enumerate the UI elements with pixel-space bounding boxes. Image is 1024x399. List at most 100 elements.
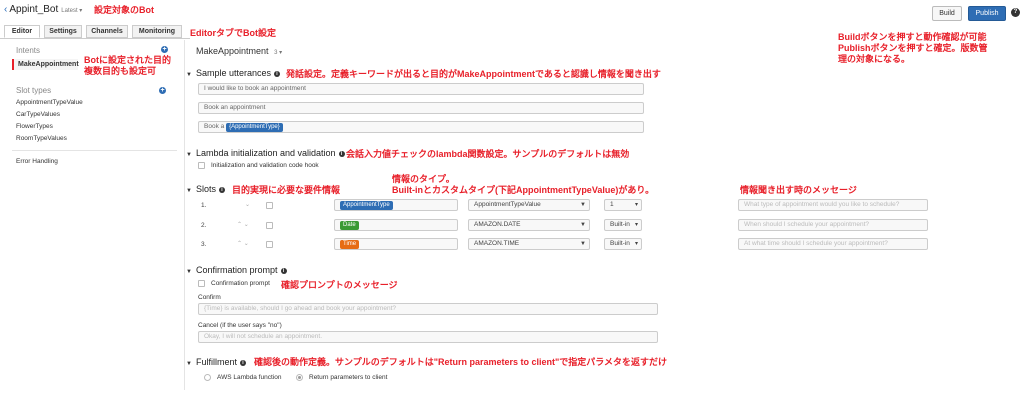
sidebar-item-error-handling[interactable]: Error Handling: [16, 158, 58, 165]
slots-section[interactable]: ▼ Slots i: [186, 184, 225, 194]
add-intent-icon[interactable]: +: [161, 46, 168, 53]
reorder-arrows-icon[interactable]: ⌃ ⌄: [237, 221, 249, 228]
lambda-checkbox[interactable]: [198, 162, 205, 169]
bot-name: Appint_Bot: [9, 4, 59, 15]
cancel-label: Cancel (if the user says "no"): [198, 322, 282, 329]
sidebar-item-appointmenttypevalue[interactable]: AppointmentTypeValue: [16, 99, 83, 106]
confirmation-checkbox[interactable]: [198, 280, 205, 287]
dropdown-caret-icon: ▾: [634, 222, 638, 228]
intent-version-dropdown[interactable]: 3 ▾: [274, 50, 282, 56]
sidebar-item-cartypevalues[interactable]: CarTypeValues: [16, 111, 60, 118]
slot-type-select[interactable]: AMAZON.DATE ▼: [468, 219, 590, 231]
slot-row-number: 1.: [201, 202, 207, 209]
slot-type-value: AMAZON.TIME: [474, 240, 520, 247]
dropdown-caret-icon: ▼: [580, 241, 586, 247]
annotation-intents-2: 複数目的も設定可: [84, 66, 157, 76]
tab-channels[interactable]: Channels: [86, 25, 128, 38]
sidebar-divider: [12, 150, 177, 151]
intent-name: MakeAppointment: [196, 46, 269, 56]
slot-row-number: 3.: [201, 241, 207, 248]
slot-chip: Time: [340, 240, 360, 249]
version-dropdown[interactable]: Latest ▾: [61, 8, 82, 14]
fulfillment-section[interactable]: ▼ Fulfillment i: [186, 357, 246, 367]
annotation-utterances: 発話設定。定義キーワードが出ると目的がMakeAppointmentであると認識…: [286, 69, 661, 79]
slot-chip: AppointmentType: [340, 201, 393, 210]
lambda-checkbox-label: Initialization and validation code hook: [211, 162, 319, 169]
slot-type-value: AMAZON.DATE: [474, 221, 521, 228]
utterance-field[interactable]: Book a {AppointmentType}: [198, 121, 644, 133]
lambda-section[interactable]: ▼ Lambda initialization and validation i: [186, 148, 345, 158]
lambda-title: Lambda initialization and validation: [195, 148, 336, 158]
publish-button[interactable]: Publish: [968, 6, 1006, 21]
slot-version-select[interactable]: Built-in ▾: [604, 238, 642, 250]
annotation-lambda: 会話入力値チェックのlambda関数設定。サンプルのデフォルトは無効: [346, 149, 630, 159]
back-chevron-icon[interactable]: ‹: [4, 4, 7, 15]
dropdown-caret-icon: ▼: [580, 202, 586, 208]
slot-name-field[interactable]: AppointmentType: [334, 199, 458, 211]
slot-name-field[interactable]: Date: [334, 219, 458, 231]
confirmation-title: Confirmation prompt: [195, 265, 278, 275]
sidebar-separator: [184, 40, 185, 390]
slot-type-select[interactable]: AMAZON.TIME ▼: [468, 238, 590, 250]
info-icon[interactable]: i: [274, 71, 280, 77]
sidebar-item-roomtypevalues[interactable]: RoomTypeValues: [16, 135, 67, 142]
info-icon[interactable]: i: [280, 268, 287, 274]
utterance-field[interactable]: I would like to book an appointment: [198, 83, 644, 95]
reorder-arrows-icon[interactable]: ⌄: [245, 201, 250, 208]
slot-name-field[interactable]: Time: [334, 238, 458, 250]
intents-header: Intents: [16, 46, 41, 55]
collapse-triangle-icon[interactable]: ▼: [186, 361, 192, 367]
annotation-editor-tab: EditorタブでBot設定: [190, 28, 276, 38]
confirmation-section[interactable]: ▼ Confirmation prompt i: [186, 265, 287, 275]
sidebar-item-makeappointment[interactable]: MakeAppointment: [12, 59, 79, 70]
slot-type-value: AppointmentTypeValue: [474, 201, 541, 208]
annotation-prompt-message: 情報聞き出す時のメッセージ: [740, 185, 857, 195]
annotation-build-publish-3: 理の対象になる。: [838, 54, 911, 64]
confirmation-checkbox-label: Confirmation prompt: [211, 280, 270, 287]
info-icon[interactable]: i: [239, 360, 246, 366]
fulfillment-return-radio[interactable]: [296, 374, 303, 381]
tab-monitoring[interactable]: Monitoring: [132, 25, 182, 38]
collapse-triangle-icon[interactable]: ▼: [186, 188, 192, 194]
slot-types-header: Slot types: [16, 86, 52, 95]
slot-prompt-field[interactable]: What type of appointment would you like …: [738, 199, 928, 211]
slot-type-select[interactable]: AppointmentTypeValue ▼: [468, 199, 590, 211]
collapse-triangle-icon[interactable]: ▼: [186, 152, 192, 158]
utterance-text: Book a: [204, 123, 225, 130]
sample-utterances-section[interactable]: ▼ Sample utterances i: [186, 68, 280, 78]
annotation-slots-type-2: Built-inとカスタムタイプ(下記AppointmentTypeValue)…: [392, 185, 655, 195]
confirm-input[interactable]: {Time} is available, should I go ahead a…: [198, 303, 658, 315]
help-icon[interactable]: ?: [1011, 8, 1020, 17]
slot-required-checkbox[interactable]: [266, 202, 273, 209]
bot-title[interactable]: ‹ Appint_Bot Latest ▾: [4, 4, 82, 15]
info-icon[interactable]: i: [338, 151, 345, 157]
slot-version-select[interactable]: Built-in ▾: [604, 219, 642, 231]
cancel-input[interactable]: Okay, I will not schedule an appointment…: [198, 331, 658, 343]
fulfillment-lambda-radio[interactable]: [204, 374, 211, 381]
slot-row-number: 2.: [201, 222, 207, 229]
collapse-triangle-icon[interactable]: ▼: [186, 72, 192, 78]
add-slot-type-icon[interactable]: +: [159, 87, 166, 94]
annotation-slots: 目的実現に必要な要件情報: [232, 185, 341, 195]
slot-chip: {AppointmentType}: [226, 123, 283, 132]
slot-required-checkbox[interactable]: [266, 241, 273, 248]
tab-divider: [0, 38, 190, 39]
annotation-bot-target: 設定対象のBot: [94, 5, 154, 15]
fulfillment-lambda-label: AWS Lambda function: [217, 374, 282, 381]
confirm-label: Confirm: [198, 294, 221, 301]
slot-prompt-field[interactable]: When should I schedule your appointment?: [738, 219, 928, 231]
slot-prompt-field[interactable]: At what time should I schedule your appo…: [738, 238, 928, 250]
tab-settings[interactable]: Settings: [44, 25, 82, 38]
tab-editor[interactable]: Editor: [4, 25, 40, 38]
collapse-triangle-icon[interactable]: ▼: [186, 269, 192, 275]
reorder-arrows-icon[interactable]: ⌃ ⌄: [237, 240, 249, 247]
slot-chip: Date: [340, 221, 359, 230]
utterance-field[interactable]: Book an appointment: [198, 102, 644, 114]
build-button[interactable]: Build: [932, 6, 962, 21]
fulfillment-return-label: Return parameters to client: [309, 374, 388, 381]
slot-version-select[interactable]: 1 ▾: [604, 199, 642, 211]
info-icon[interactable]: i: [218, 187, 225, 193]
slot-required-checkbox[interactable]: [266, 222, 273, 229]
sidebar-item-flowertypes[interactable]: FlowerTypes: [16, 123, 53, 130]
slot-version-value: Built-in: [610, 221, 630, 228]
